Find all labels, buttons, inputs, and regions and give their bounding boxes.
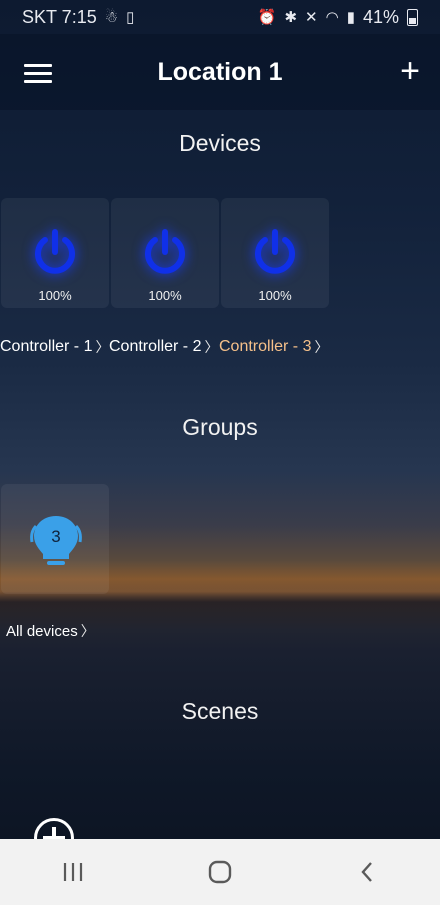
device-brightness: 100% [258, 288, 292, 303]
back-button[interactable] [337, 852, 397, 892]
chevron-right-icon: 〉 [204, 339, 219, 355]
chevron-right-icon: 〉 [95, 339, 110, 355]
power-icon[interactable] [30, 228, 80, 278]
chevron-right-icon: 〉 [80, 623, 95, 639]
device-tile-3[interactable]: 100% [221, 198, 329, 308]
device-tile-2[interactable]: 100% [111, 198, 219, 308]
home-icon [208, 860, 232, 884]
mute-icon: ✕ [305, 9, 318, 26]
status-right: ⏰ ✱ ✕ ◠ ▮ 41% [258, 7, 418, 28]
device-link-controller-2[interactable]: Controller - 2 〉 [109, 337, 218, 357]
groups-section-title: Groups [182, 414, 258, 440]
signal-icon: ▮ [346, 9, 355, 26]
page-title: Location 1 [157, 58, 283, 86]
bluetooth-icon: ✱ [284, 9, 298, 26]
group-link-all-devices[interactable]: All devices 〉 [6, 621, 95, 641]
wifi-icon: ◠ [325, 9, 339, 26]
notification-icon: ☃ [104, 9, 119, 26]
alarm-icon: ⏰ [257, 9, 277, 26]
add-icon[interactable]: + [400, 54, 420, 88]
device-tile-1[interactable]: 100% [1, 198, 109, 308]
home-button[interactable] [190, 852, 250, 892]
group-device-count: 3 [51, 527, 61, 546]
status-carrier-time: SKT 7:15 [22, 6, 97, 27]
device-link-controller-1[interactable]: Controller - 1 〉 [0, 337, 109, 357]
devices-section-title: Devices [179, 130, 261, 156]
bulb-icon: 3 [28, 512, 84, 568]
device-label: Controller - 3 [219, 338, 312, 355]
group-tile-all-devices[interactable]: 3 [1, 484, 109, 594]
chevron-right-icon: 〉 [314, 339, 329, 355]
status-bar: SKT 7:15 ☃ ▯ ⏰ ✱ ✕ ◠ ▮ 41% [0, 0, 440, 34]
device-brightness: 100% [38, 288, 72, 303]
device-link-controller-3[interactable]: Controller - 3 〉 [219, 337, 328, 357]
scenes-section-title: Scenes [181, 698, 259, 724]
status-left: SKT 7:15 ☃ ▯ [22, 7, 134, 28]
power-icon[interactable] [250, 228, 300, 278]
app-bar: Location 1 + [0, 34, 440, 110]
power-icon[interactable] [140, 228, 190, 278]
device-label: Controller - 2 [109, 338, 202, 355]
recent-apps-button[interactable] [43, 852, 103, 892]
back-icon [361, 862, 372, 882]
system-nav-bar [0, 839, 440, 905]
group-label: All devices [6, 622, 78, 640]
device-brightness: 100% [148, 288, 182, 303]
battery-percent: 41% [362, 6, 399, 27]
device-label: Controller - 1 [0, 338, 93, 355]
clipboard-icon: ▯ [126, 9, 135, 26]
recent-apps-icon [64, 863, 83, 881]
battery-icon [407, 8, 418, 26]
